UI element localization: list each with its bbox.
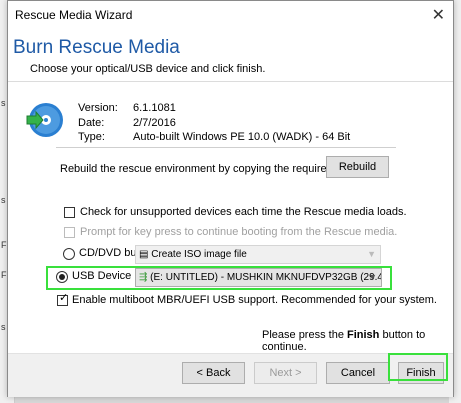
date-value: 2/7/2016 <box>133 117 176 129</box>
rescue-media-dialog: Rescue Media Wizard ✕ Burn Rescue Media … <box>7 0 454 397</box>
section-divider <box>56 147 396 148</box>
check-unsupported-checkbox[interactable] <box>64 207 75 218</box>
version-value: 6.1.1081 <box>133 102 176 114</box>
window-title: Rescue Media Wizard <box>15 8 133 22</box>
radio-selected-dot <box>59 274 65 280</box>
prompt-keypress-checkbox[interactable] <box>64 227 75 238</box>
usb-device-select-value: (E: UNTITLED) - MUSHKIN MKNUFDVP32GB (29… <box>150 272 381 283</box>
page-subtitle: Choose your optical/USB device and click… <box>30 63 266 75</box>
back-button[interactable]: < Back <box>182 362 245 384</box>
prompt-keypress-label: Prompt for key press to continue booting… <box>80 226 398 238</box>
type-value: Auto-built Windows PE 10.0 (WADK) - 64 B… <box>133 131 351 143</box>
finish-highlight-box <box>388 353 448 381</box>
header-divider <box>8 81 453 82</box>
check-unsupported-label: Check for unsupported devices each time … <box>80 206 407 218</box>
cancel-button[interactable]: Cancel <box>326 362 390 384</box>
finish-instruction: Please press the Finish button to contin… <box>262 329 453 353</box>
disc-small-icon: ▤ <box>139 249 152 260</box>
checkmark-icon: ✓ <box>59 292 69 304</box>
close-icon[interactable]: ✕ <box>432 5 445 25</box>
rebuild-button[interactable]: Rebuild <box>326 156 389 178</box>
background-label: s <box>1 98 6 108</box>
type-label: Type: <box>78 131 105 143</box>
version-label: Version: <box>78 102 118 114</box>
cd-dvd-select-value: Create ISO image file <box>151 249 247 260</box>
instruction-bold: Finish <box>347 329 380 341</box>
title-bar[interactable]: Rescue Media Wizard ✕ <box>8 1 453 29</box>
background-label: s <box>1 195 6 205</box>
usb-device-radio[interactable] <box>56 271 68 283</box>
usb-icon: ⇶ <box>139 272 151 283</box>
cd-dvd-select[interactable]: ▤ Create ISO image file ▼ <box>135 245 381 264</box>
instruction-prefix: Please press the <box>262 329 344 341</box>
background-label: F <box>1 270 7 280</box>
chevron-down-icon: ▼ <box>368 272 377 282</box>
next-button[interactable]: Next > <box>254 362 317 384</box>
cd-dvd-radio[interactable] <box>63 248 75 260</box>
date-label: Date: <box>78 117 105 129</box>
multiboot-checkbox[interactable]: ✓ <box>57 292 69 306</box>
multiboot-label: Enable multiboot MBR/UEFI USB support. R… <box>72 294 437 306</box>
background-label: s <box>1 322 6 332</box>
background-label: F <box>1 240 7 250</box>
rebuild-description: Rebuild the rescue environment by copyin… <box>60 163 356 175</box>
chevron-down-icon: ▼ <box>367 249 376 259</box>
page-title: Burn Rescue Media <box>13 37 180 58</box>
usb-device-label: USB Device <box>72 270 132 282</box>
usb-device-select[interactable]: ⇶ (E: UNTITLED) - MUSHKIN MKNUFDVP32GB (… <box>135 268 382 287</box>
disc-arrow-icon <box>26 103 63 137</box>
